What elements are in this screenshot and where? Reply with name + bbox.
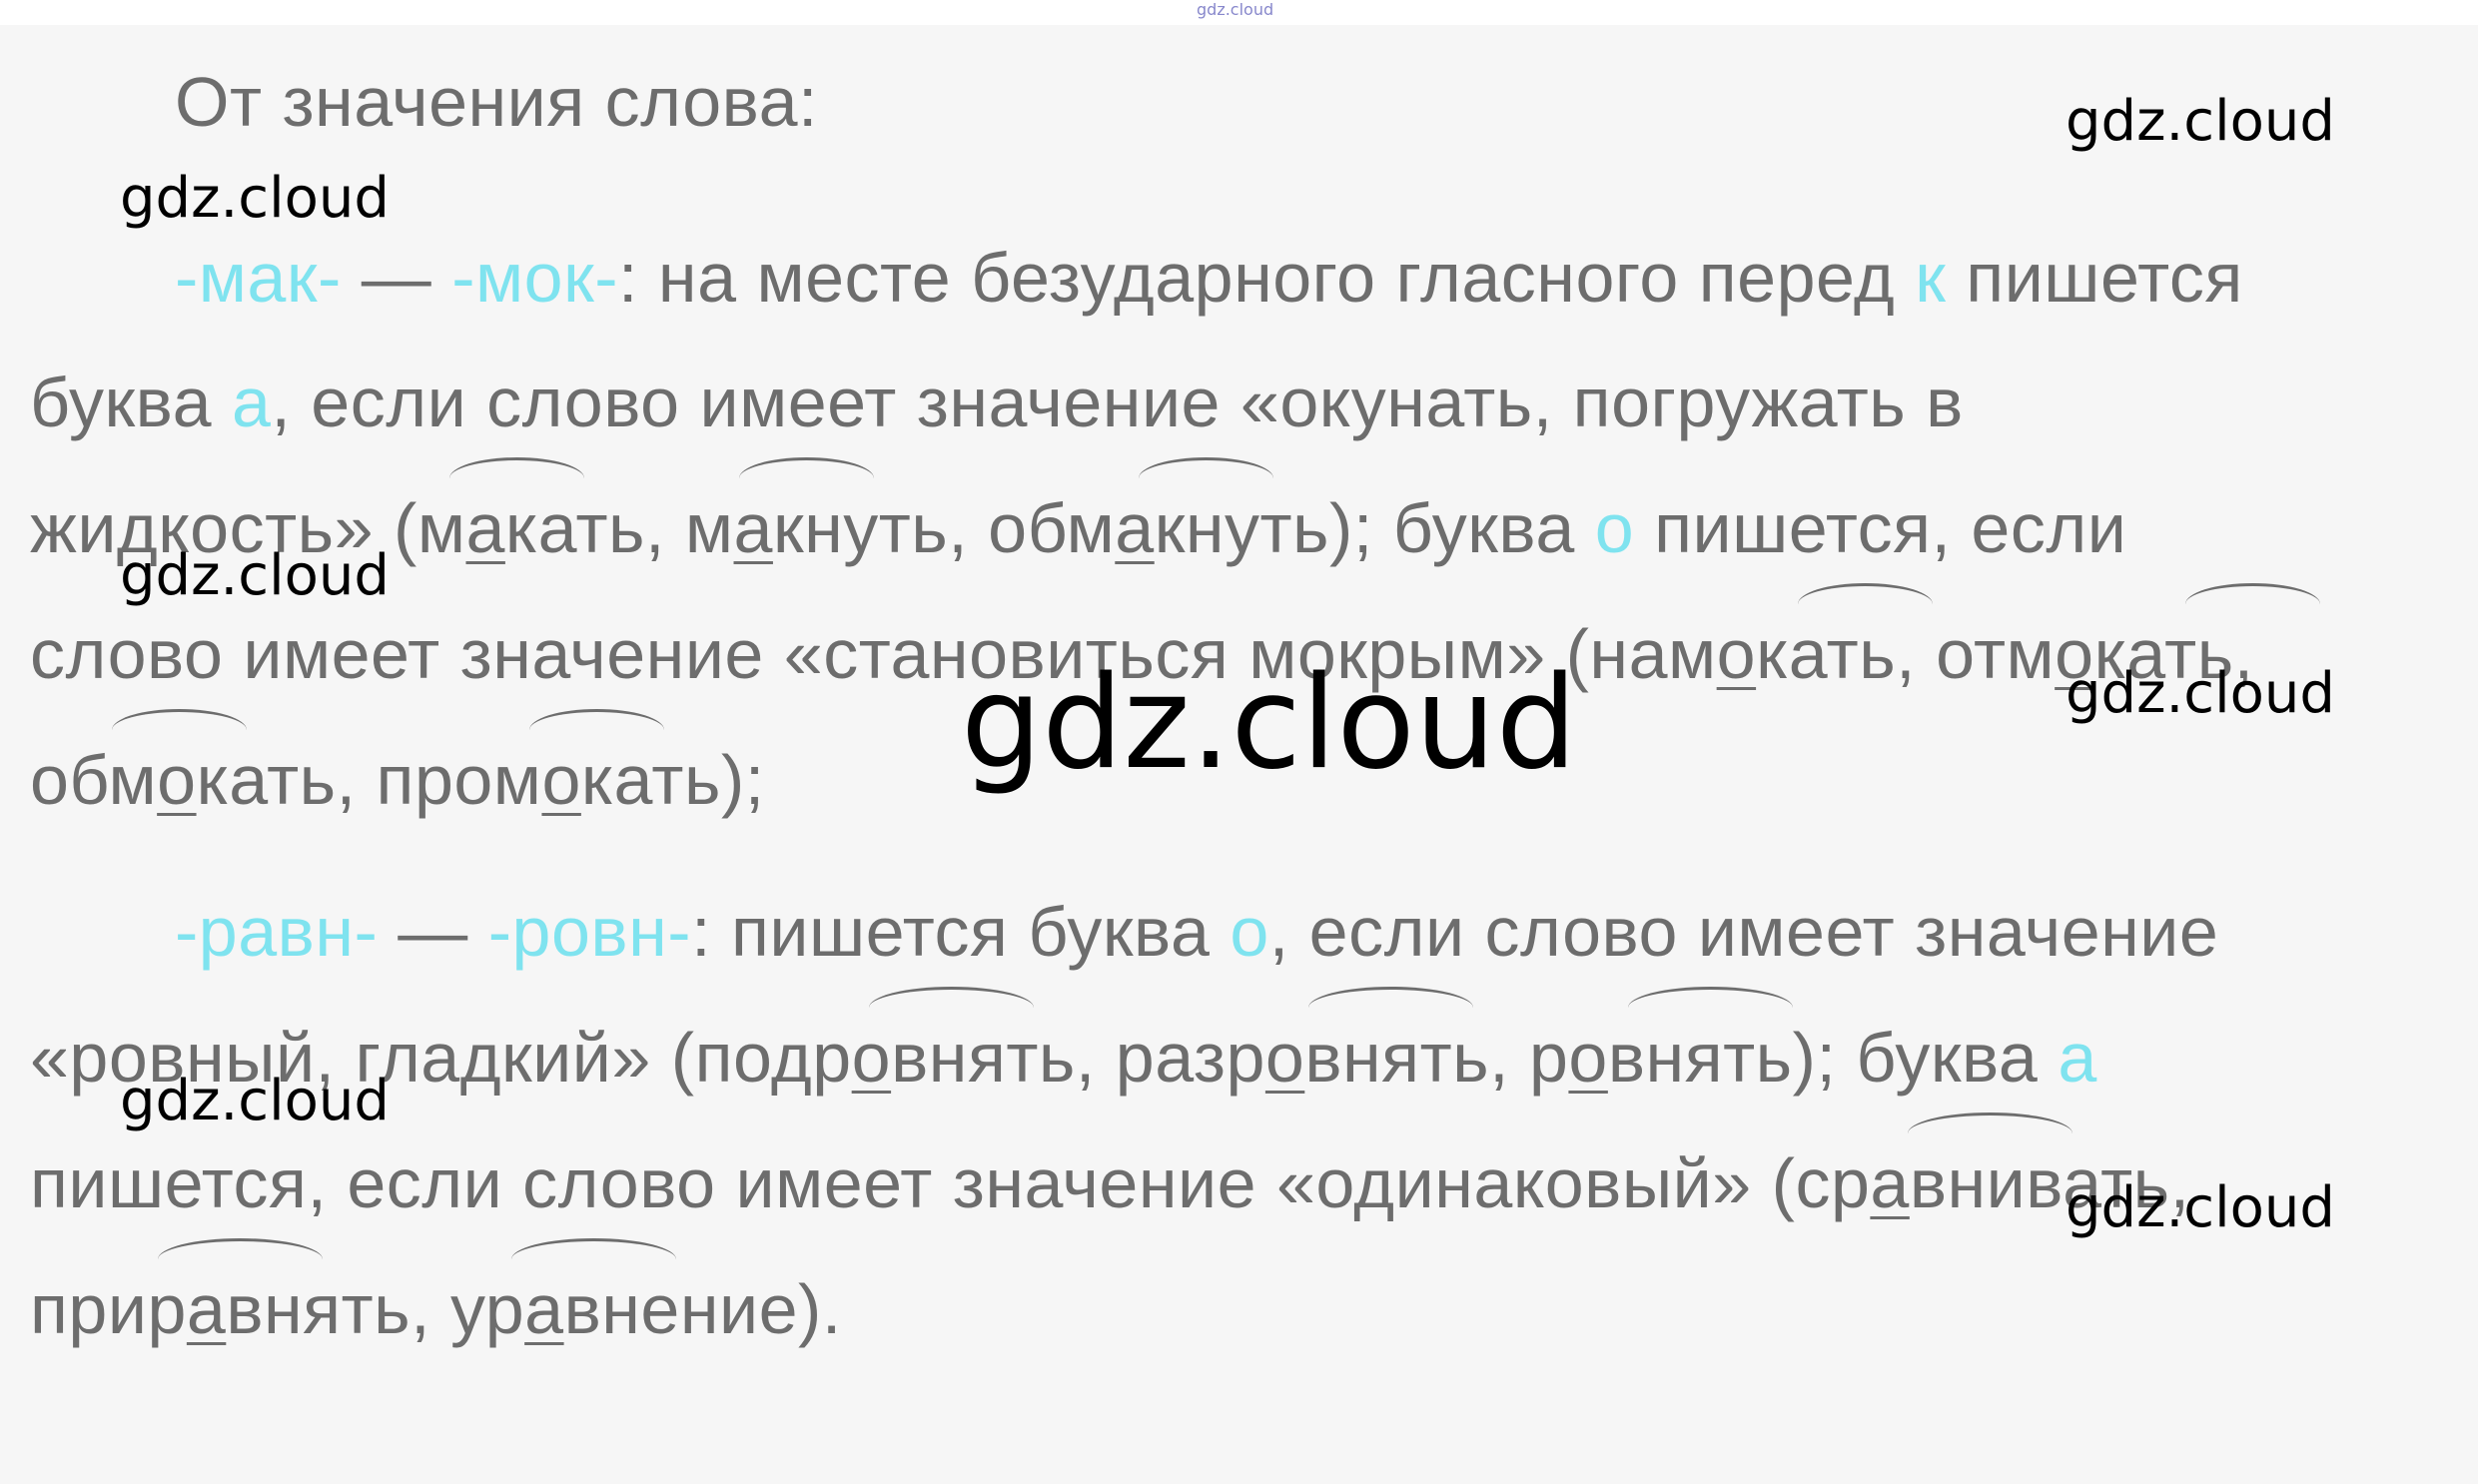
text: внение).	[563, 1270, 842, 1348]
highlight-letter: о	[1594, 489, 1635, 567]
text: пишется, если слово имеет значение «один…	[30, 1144, 1871, 1222]
heading: От значения слова:	[175, 63, 818, 141]
watermark: gdz.cloud	[2065, 661, 2335, 726]
document-panel: От значения слова: -мак- — -мок-: на мес…	[0, 25, 2478, 1484]
p1-line1: -мак- — -мок-: на месте безударного глас…	[175, 238, 2243, 318]
root-arc	[1908, 1113, 2072, 1133]
root-arc	[511, 1238, 676, 1259]
text: прир	[30, 1270, 187, 1348]
p1-line2: буква а, если слово имеет значение «окун…	[30, 363, 1964, 442]
text: кать, пром	[196, 741, 542, 819]
dash: —	[378, 893, 488, 971]
p2-line4: приравнять, уравнение).	[30, 1269, 842, 1349]
top-watermark: gdz.cloud	[1197, 0, 1274, 19]
p1-line5: обмокать, промокать);	[30, 740, 765, 820]
root-arc	[2185, 583, 2320, 604]
root-arc	[158, 1238, 323, 1259]
text: , если слово имеет значение «окунать, по…	[271, 364, 1964, 441]
underlined-vowel: а	[1115, 489, 1155, 567]
text: кнуть); буква	[1154, 489, 1595, 567]
prefix-root-ravn: -равн-	[175, 893, 379, 971]
root-arc	[1139, 457, 1273, 478]
root-arc	[739, 457, 874, 478]
text: : пишется буква	[691, 893, 1231, 971]
underlined-vowel: о	[1716, 615, 1757, 693]
underlined-vowel: а	[733, 489, 773, 567]
p2-line1: -равн- — -ровн-: пишется буква о, если с…	[175, 892, 2218, 972]
watermark: gdz.cloud	[120, 1069, 390, 1133]
p2-line3: пишется, если слово имеет значение «один…	[30, 1143, 2190, 1223]
text: буква	[30, 364, 232, 441]
highlight-letter: а	[2058, 1019, 2097, 1097]
text: кать, отм	[1756, 615, 2056, 693]
watermark: gdz.cloud	[2065, 89, 2335, 154]
underlined-vowel: о	[541, 741, 581, 819]
underlined-vowel: а	[465, 489, 505, 567]
text: кать);	[580, 741, 765, 819]
text: внять, р	[1304, 1019, 1569, 1097]
text: кать, м	[504, 489, 734, 567]
text: : на месте безударного гласного перед	[618, 239, 1916, 317]
highlight-letter: о	[1230, 893, 1269, 971]
highlight-letter: к	[1915, 239, 1947, 317]
prefix-root-mak: -мак-	[175, 239, 342, 317]
underlined-vowel: о	[1264, 1019, 1305, 1097]
dash: —	[341, 239, 452, 317]
text: внять, разр	[891, 1019, 1265, 1097]
underlined-vowel: а	[186, 1270, 227, 1348]
prefix-root-rovn: -ровн-	[487, 893, 692, 971]
text: обм	[30, 741, 158, 819]
underlined-vowel: а	[524, 1270, 564, 1348]
watermark: gdz.cloud	[120, 166, 390, 231]
prefix-root-mok: -мок-	[451, 239, 619, 317]
text: пишется	[1946, 239, 2243, 317]
root-arc	[1628, 987, 1793, 1008]
root-arc	[529, 709, 664, 730]
underlined-vowel: а	[1870, 1144, 1910, 1222]
root-arc	[1798, 583, 1933, 604]
text: внять, ур	[226, 1270, 525, 1348]
text: , если слово имеет значение	[1268, 893, 2219, 971]
root-arc	[112, 709, 247, 730]
text: кнуть, обм	[772, 489, 1116, 567]
watermark: gdz.cloud	[120, 543, 390, 608]
underlined-vowel: о	[851, 1019, 892, 1097]
text: внять); буква	[1607, 1019, 2059, 1097]
text: пишется, если	[1634, 489, 2127, 567]
watermark-large: gdz.cloud	[961, 649, 1577, 798]
underlined-vowel: о	[1568, 1019, 1608, 1097]
root-arc	[449, 457, 584, 478]
watermark: gdz.cloud	[2065, 1175, 2335, 1240]
underlined-vowel: о	[157, 741, 197, 819]
highlight-letter: а	[231, 364, 272, 441]
root-arc	[1308, 987, 1473, 1008]
root-arc	[869, 987, 1034, 1008]
